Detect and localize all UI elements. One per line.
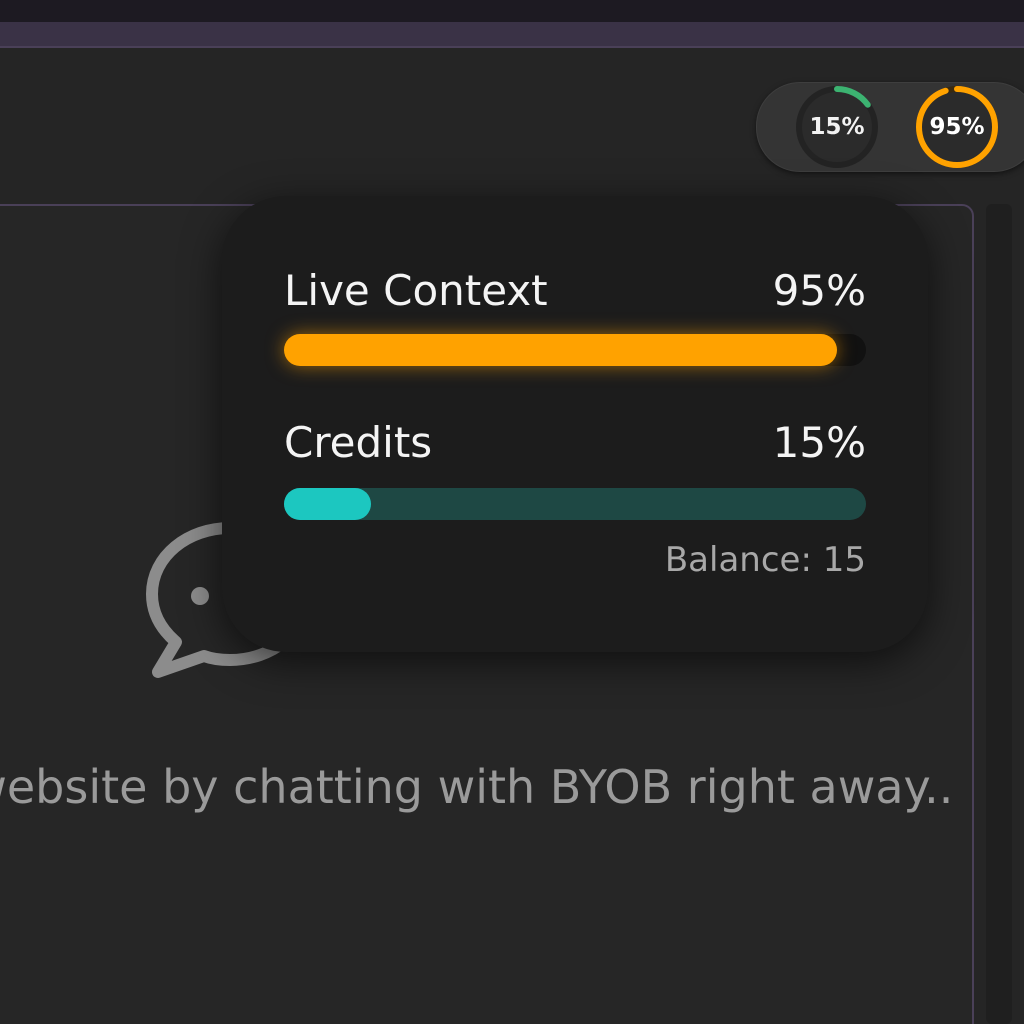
empty-state-message: ur website by chatting with BYOB right a… (0, 760, 954, 814)
context-progress-bar (284, 334, 866, 366)
credits-percent-badge: 15% (809, 114, 865, 140)
credits-progress-fill (284, 488, 371, 520)
credits-row: Credits 15% (284, 418, 866, 467)
title-bar (0, 0, 1024, 22)
credits-balance: Balance: 15 (664, 540, 866, 580)
usage-indicator[interactable]: 15% 95% (756, 82, 1024, 172)
top-toolbar (0, 22, 1024, 48)
credits-label: Credits (284, 418, 433, 467)
context-label: Live Context (284, 266, 548, 315)
context-row: Live Context 95% (284, 266, 866, 315)
credits-usage-ring[interactable]: 15% (793, 83, 881, 171)
credits-progress-bar (284, 488, 866, 520)
usage-popover: Live Context 95% Credits 15% Balance: 15 (222, 196, 928, 652)
context-progress-fill (284, 334, 837, 366)
credits-percent: 15% (772, 418, 866, 467)
context-percent: 95% (772, 266, 866, 315)
context-usage-ring[interactable]: 95% (913, 83, 1001, 171)
app-window: 15% 95% ur website by chatting with BYOB… (0, 0, 1024, 1024)
context-percent-badge: 95% (929, 114, 985, 140)
scrollbar-track[interactable] (986, 204, 1012, 1024)
